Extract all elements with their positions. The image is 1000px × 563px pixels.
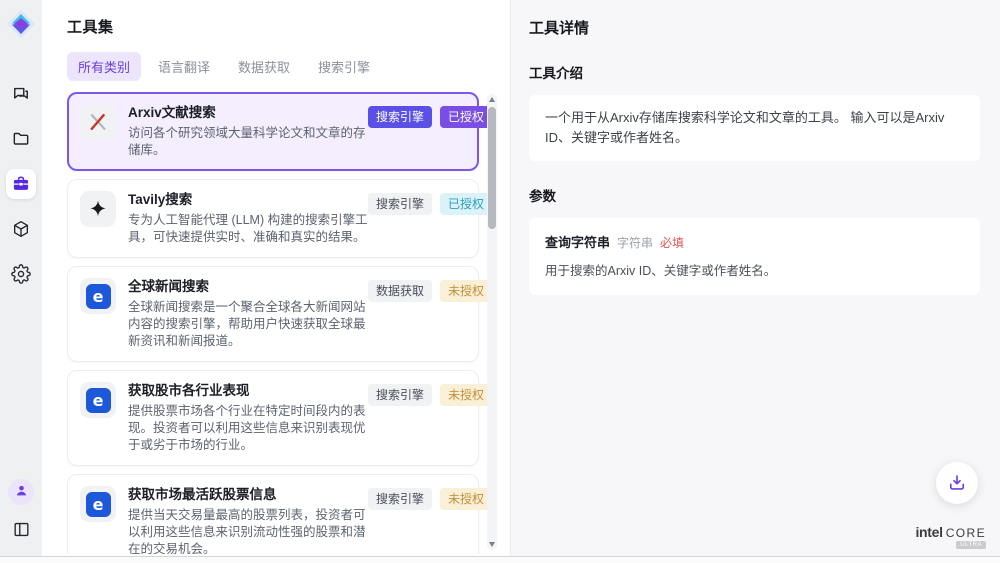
auth-badge: 已授权 bbox=[440, 193, 492, 215]
toolbox-icon bbox=[11, 174, 31, 194]
tool-description: 访问各个研究领域大量科学论文和文章的存储库。 bbox=[128, 125, 368, 159]
gem-logo-icon bbox=[6, 9, 36, 39]
category-badge: 搜索引擎 bbox=[368, 193, 432, 215]
param-name: 查询字符串 bbox=[545, 232, 610, 251]
tool-card[interactable]: e 获取股市各行业表现 提供股票市场各个行业在特定时间段内的表现。投资者可以利用… bbox=[67, 370, 479, 466]
tool-card[interactable]: Tavily搜索 专为人工智能代理 (LLM) 构建的搜索引擎工具，可快速提供实… bbox=[67, 179, 479, 258]
param-row: 查询字符串 字符串 必填 用于搜索的Arxiv ID、关键字或作者姓名。 bbox=[545, 232, 964, 279]
blue-e-logo-icon: e bbox=[80, 382, 116, 418]
rail-item-chat[interactable] bbox=[6, 79, 36, 109]
tool-title: 全球新闻搜索 bbox=[128, 278, 368, 296]
cube-icon bbox=[11, 219, 31, 239]
rail-item-toolbox[interactable] bbox=[6, 169, 36, 199]
rail-item-files[interactable] bbox=[6, 124, 36, 154]
intel-wordmark: intel bbox=[915, 524, 942, 540]
tavily-star-icon bbox=[80, 191, 116, 227]
arxiv-x-icon bbox=[80, 104, 116, 140]
auth-badge: 已授权 bbox=[440, 106, 492, 128]
tool-list-viewport: Arxiv文献搜索 访问各个研究领域大量科学论文和文章的存储库。 搜索引擎 已授… bbox=[67, 92, 499, 554]
tool-detail-panel: 工具详情 工具介绍 一个用于从Arxiv存储库搜索科学论文和文章的工具。 输入可… bbox=[510, 0, 1000, 556]
scrollbar-thumb[interactable] bbox=[488, 107, 496, 229]
detail-title: 工具详情 bbox=[529, 17, 980, 38]
rail-nav bbox=[6, 79, 36, 289]
tool-description: 提供股票市场各个行业在特定时间段内的表现。投资者可以利用这些信息来识别表现优于或… bbox=[128, 403, 368, 454]
tool-title: 获取市场最活跃股票信息 bbox=[128, 486, 368, 504]
panel-icon bbox=[12, 520, 31, 542]
category-badge: 搜索引擎 bbox=[368, 384, 432, 406]
blue-e-logo-icon: e bbox=[80, 486, 116, 522]
tool-title: 获取股市各行业表现 bbox=[128, 382, 368, 400]
list-scrollbar[interactable] bbox=[487, 94, 497, 550]
intro-card: 一个用于从Arxiv存储库搜索科学论文和文章的工具。 输入可以是Arxiv ID… bbox=[529, 95, 980, 161]
tool-description: 提供当天交易量最高的股票列表，投资者可以利用这些信息来识别流动性强的股票和潜在的… bbox=[128, 507, 368, 554]
download-button[interactable] bbox=[936, 462, 978, 504]
auth-badge: 未授权 bbox=[440, 488, 492, 510]
download-icon bbox=[946, 472, 968, 494]
tool-card[interactable]: e 全球新闻搜索 全球新闻搜索是一个聚合全球各大新闻网站内容的搜索引擎，帮助用户… bbox=[67, 266, 479, 362]
tab-1[interactable]: 语言翻译 bbox=[147, 52, 221, 81]
tab-0[interactable]: 所有类别 bbox=[67, 52, 141, 81]
params-card: 查询字符串 字符串 必填 用于搜索的Arxiv ID、关键字或作者姓名。 bbox=[529, 218, 980, 295]
tab-3[interactable]: 搜索引擎 bbox=[307, 52, 381, 81]
left-rail bbox=[0, 0, 42, 556]
category-badge: 数据获取 bbox=[368, 280, 432, 302]
scroll-down-arrow-icon[interactable] bbox=[489, 542, 495, 547]
tab-2[interactable]: 数据获取 bbox=[227, 52, 301, 81]
tools-panel: 工具集 所有类别语言翻译数据获取搜索引擎 Arxiv文献搜索 访问各个研究领域大… bbox=[42, 0, 510, 556]
rail-item-panel-toggle[interactable] bbox=[8, 518, 34, 544]
ultra-badge: ULTRA bbox=[956, 541, 986, 549]
blue-e-logo-icon: e bbox=[80, 278, 116, 314]
gear-icon bbox=[11, 264, 31, 284]
app-window: 工具集 所有类别语言翻译数据获取搜索引擎 Arxiv文献搜索 访问各个研究领域大… bbox=[0, 0, 1000, 557]
param-required-flag: 必填 bbox=[660, 234, 684, 251]
tool-description: 全球新闻搜索是一个聚合全球各大新闻网站内容的搜索引擎，帮助用户快速获取全球最新资… bbox=[128, 299, 368, 350]
category-tabs: 所有类别语言翻译数据获取搜索引擎 bbox=[67, 52, 510, 81]
rail-item-packages[interactable] bbox=[6, 214, 36, 244]
user-icon bbox=[14, 483, 29, 501]
tool-title: Arxiv文献搜索 bbox=[128, 104, 368, 122]
auth-badge: 未授权 bbox=[440, 280, 492, 302]
rail-item-settings[interactable] bbox=[6, 259, 36, 289]
category-badge: 搜索引擎 bbox=[368, 488, 432, 510]
rail-bottom bbox=[8, 479, 34, 544]
tool-card[interactable]: Arxiv文献搜索 访问各个研究领域大量科学论文和文章的存储库。 搜索引擎 已授… bbox=[67, 92, 479, 171]
tool-description: 专为人工智能代理 (LLM) 构建的搜索引擎工具，可快速提供实时、准确和真实的结… bbox=[128, 212, 368, 246]
params-heading: 参数 bbox=[529, 185, 980, 205]
scroll-up-arrow-icon[interactable] bbox=[489, 97, 495, 102]
category-badge: 搜索引擎 bbox=[368, 106, 432, 128]
param-type: 字符串 bbox=[617, 234, 653, 251]
chat-icon bbox=[11, 84, 31, 104]
tool-title: Tavily搜索 bbox=[128, 191, 368, 209]
rail-item-user[interactable] bbox=[8, 479, 34, 505]
page-title: 工具集 bbox=[67, 16, 510, 37]
intro-heading: 工具介绍 bbox=[529, 62, 980, 82]
tool-list: Arxiv文献搜索 访问各个研究领域大量科学论文和文章的存储库。 搜索引擎 已授… bbox=[67, 92, 479, 554]
param-description: 用于搜索的Arxiv ID、关键字或作者姓名。 bbox=[545, 260, 964, 279]
intel-core-logo: intel CORE ULTRA bbox=[915, 524, 986, 540]
folder-icon bbox=[11, 129, 31, 149]
core-wordmark: CORE bbox=[946, 526, 986, 540]
auth-badge: 未授权 bbox=[440, 384, 492, 406]
tool-card[interactable]: e 获取市场最活跃股票信息 提供当天交易量最高的股票列表，投资者可以利用这些信息… bbox=[67, 474, 479, 554]
